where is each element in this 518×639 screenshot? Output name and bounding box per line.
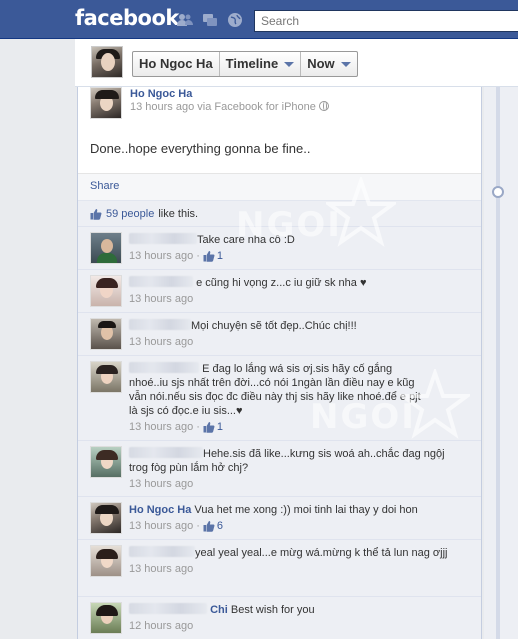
- comment-text: Mọi chuyện sẽ tốt đẹp..Chúc chị!!!: [191, 320, 357, 332]
- redacted-name: [129, 546, 195, 557]
- share-link[interactable]: Share: [90, 180, 119, 192]
- commenter-avatar[interactable]: [90, 275, 122, 307]
- search-input[interactable]: [255, 11, 518, 31]
- comment-item: Hehe.sis đã like...kưng sis woá ah..chắc…: [78, 440, 481, 496]
- comment-like-count[interactable]: 1: [203, 420, 223, 434]
- comment-text: Take care nha cô :D: [197, 234, 295, 246]
- commenter-avatar[interactable]: [90, 446, 122, 478]
- comments-list: Take care nha cô :D 13 hours ago · 1 e cũ…: [78, 226, 481, 639]
- like-thumb-icon: [203, 250, 215, 262]
- comment-item: yeal yeal yeal...e mừg wá.mừng k thể tả …: [78, 539, 481, 596]
- comment-like-number: 1: [216, 421, 224, 433]
- comment-item: Mọi chuyện sẽ tốt đẹp..Chúc chị!!! 13 ho…: [78, 312, 481, 355]
- comment-like-count[interactable]: 6: [203, 519, 223, 533]
- redacted-name: [129, 276, 193, 287]
- like-thumb-icon: [203, 421, 215, 433]
- post-author-name[interactable]: Ho Ngoc Ha: [130, 88, 329, 100]
- comment-text: yeal yeal yeal...e mừg wá.mừng k thể tả …: [195, 547, 448, 559]
- comment-item: Chi Best wish for you 12 hours ago: [78, 596, 481, 639]
- commenter-avatar[interactable]: [90, 502, 122, 534]
- commenter-avatar[interactable]: [90, 361, 122, 393]
- timeline-header: Ho Ngoc Ha Timeline Now: [75, 39, 518, 87]
- timeline-rail: [484, 87, 518, 639]
- post-author-avatar[interactable]: [90, 87, 122, 119]
- timeline-dropdown[interactable]: Timeline: [220, 52, 302, 76]
- timeline-label: Timeline: [225, 56, 279, 71]
- comment-item: e cũng hi vọng z...c iu giữ sk nha ♥ 13 …: [78, 269, 481, 312]
- profile-name-button[interactable]: Ho Ngoc Ha: [133, 52, 220, 76]
- globe-icon: [318, 101, 329, 111]
- like-thumb-icon: [203, 520, 215, 532]
- timeline-line: [496, 87, 500, 639]
- comment-time: 12 hours ago: [129, 620, 194, 632]
- comment-like-count[interactable]: 1: [203, 249, 223, 263]
- timeline-post: Ho Ngoc Ha 13 hours ago via Facebook for…: [77, 87, 482, 639]
- profile-avatar[interactable]: [91, 46, 123, 78]
- comment-time: 13 hours ago: [129, 478, 194, 490]
- commenter-avatar[interactable]: [90, 318, 122, 350]
- comment-text: e cũng hi vọng z...c iu giữ sk nha ♥: [196, 277, 367, 289]
- commenter-avatar[interactable]: [90, 602, 122, 634]
- comment-item: Ho Ngoc Ha Vua het me xong :)) moi tinh …: [78, 496, 481, 539]
- comment-time: 13 hours ago: [129, 563, 194, 575]
- comment-like-number: 6: [216, 520, 224, 532]
- redacted-name: [129, 233, 197, 244]
- redacted-name: [129, 447, 203, 458]
- comment-item: Take care nha cô :D 13 hours ago · 1: [78, 226, 481, 269]
- timeline-dot: [492, 186, 504, 198]
- commenter-name[interactable]: Chi: [210, 604, 228, 616]
- timeline-nav-buttons: Ho Ngoc Ha Timeline Now: [132, 51, 358, 77]
- like-thumb-icon: [90, 208, 102, 220]
- likes-suffix: like this.: [158, 207, 199, 220]
- commenter-avatar[interactable]: [90, 232, 122, 264]
- comment-time: 13 hours ago: [129, 520, 194, 532]
- comment-like-number: 1: [216, 250, 224, 262]
- comment-time: 13 hours ago: [129, 250, 194, 262]
- commenter-avatar[interactable]: [90, 545, 122, 577]
- post-actions: Share: [78, 173, 481, 200]
- now-dropdown[interactable]: Now: [301, 52, 356, 76]
- top-navigation-bar: facebook: [0, 0, 518, 39]
- redacted-name: [129, 362, 199, 373]
- facebook-logo[interactable]: facebook: [75, 6, 179, 30]
- post-meta: 13 hours ago via Facebook for iPhone: [130, 101, 316, 113]
- comment-time: 13 hours ago: [129, 421, 194, 433]
- commenter-name[interactable]: Ho Ngoc Ha: [129, 504, 191, 516]
- comment-time: 13 hours ago: [129, 336, 194, 348]
- messages-icon[interactable]: [202, 12, 218, 28]
- notifications-icon[interactable]: [227, 12, 243, 28]
- chevron-down-icon: [284, 61, 295, 67]
- comment-text: Best wish for you: [230, 604, 315, 616]
- search-box[interactable]: [254, 10, 518, 32]
- comment-time: 13 hours ago: [129, 293, 194, 305]
- now-label: Now: [307, 56, 335, 71]
- friend-requests-icon[interactable]: [177, 12, 193, 28]
- redacted-name: [129, 319, 191, 330]
- post-status-text: Done..hope everything gonna be fine..: [90, 141, 311, 156]
- comment-item: E đag lo lắng wá sis ơj.sis hãy cố gắng …: [78, 355, 481, 440]
- likes-summary: 59 people like this.: [78, 200, 481, 226]
- chevron-down-icon: [340, 61, 351, 67]
- redacted-name: [129, 603, 207, 614]
- likes-count-link[interactable]: 59 people: [106, 208, 154, 220]
- profile-name-label: Ho Ngoc Ha: [139, 56, 213, 71]
- comment-text: Vua het me xong :)) moi tinh lai thay y …: [194, 504, 418, 516]
